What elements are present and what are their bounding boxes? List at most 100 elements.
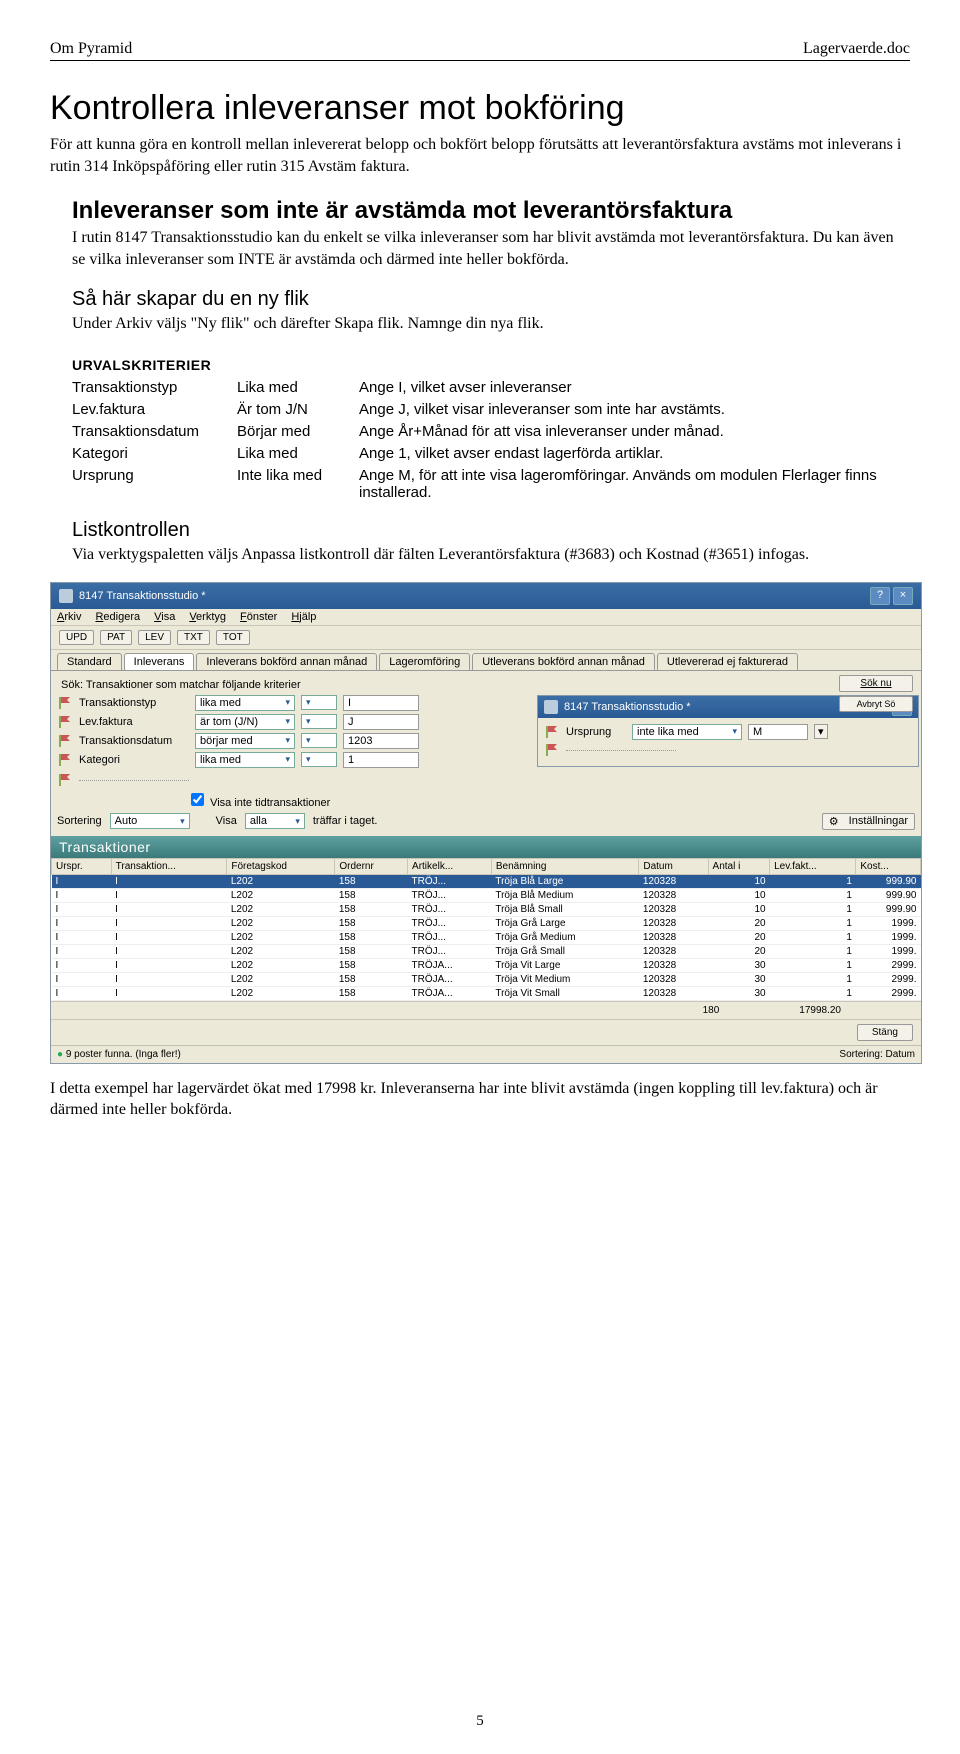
table-row[interactable]: IIL202158TRÖJ...Tröja Grå Large120328201… — [52, 916, 921, 930]
close-button[interactable]: × — [893, 587, 913, 605]
menu-item[interactable]: Verktyg — [189, 611, 226, 623]
value-input[interactable]: 1 — [343, 752, 419, 768]
heading-3: Så här skapar du en ny flik — [72, 288, 910, 311]
tab[interactable]: Utlevererad ej fakturerad — [657, 653, 798, 670]
column-header[interactable]: Transaktion... — [111, 858, 227, 874]
flag-icon[interactable] — [57, 696, 73, 710]
menu-bar[interactable]: Arkiv Redigera Visa Verktyg Fönster Hjälp — [51, 609, 921, 626]
totals-row: 180 17998.20 — [51, 1001, 921, 1019]
tabs[interactable]: StandardInleveransInleverans bokförd ann… — [51, 650, 921, 671]
value-input[interactable]: J — [343, 714, 419, 730]
value-input[interactable]: 1203 — [343, 733, 419, 749]
column-header[interactable]: Företagskod — [227, 858, 335, 874]
crit-op: Lika med — [237, 379, 359, 396]
sort-select[interactable]: Auto▾ — [110, 813, 190, 829]
menu-item[interactable]: Fönster — [240, 611, 277, 623]
transactions-table[interactable]: Urspr.Transaktion...FöretagskodOrdernrAr… — [51, 858, 921, 1001]
operator-select[interactable]: börjar med▾ — [195, 733, 295, 749]
column-header[interactable]: Kost... — [856, 858, 921, 874]
filter-label: Transaktionsdatum — [79, 735, 189, 747]
value-input[interactable]: I — [343, 695, 419, 711]
toolbar-button[interactable]: TXT — [177, 630, 210, 645]
table-row[interactable]: IIL202158TRÖJA...Tröja Vit Medium1203283… — [52, 972, 921, 986]
toolbar-button[interactable]: PAT — [100, 630, 132, 645]
paragraph: I detta exempel har lagervärdet ökat med… — [50, 1078, 910, 1121]
total-cost: 17998.20 — [799, 1005, 841, 1016]
crit-desc: Ange M, för att inte visa lageromföringa… — [359, 467, 910, 501]
operator-select[interactable]: lika med▾ — [195, 752, 295, 768]
table-row[interactable]: IIL202158TRÖJ...Tröja Blå Small120328101… — [52, 902, 921, 916]
help-button[interactable]: ? — [870, 587, 890, 605]
flag-icon[interactable] — [57, 715, 73, 729]
value-input[interactable]: M — [748, 724, 808, 740]
settings-button[interactable]: ⚙ Inställningar — [822, 813, 915, 830]
column-header[interactable]: Lev.fakt... — [770, 858, 856, 874]
tab[interactable]: Utleverans bokförd annan månad — [472, 653, 655, 670]
picker-button[interactable]: ▾ — [301, 695, 337, 710]
cancel-search-button[interactable]: Avbryt Sö — [839, 696, 913, 712]
close-button[interactable]: Stäng — [857, 1024, 913, 1041]
filter-label: Transaktionstyp — [79, 697, 189, 709]
toolbar-button[interactable]: LEV — [138, 630, 171, 645]
table-row[interactable]: IIL202158TRÖJ...Tröja Grå Small120328201… — [52, 944, 921, 958]
grid-title: Transaktioner — [51, 836, 921, 858]
crit-desc: Ange J, vilket visar inleveranser som in… — [359, 401, 910, 418]
picker-button[interactable]: ▾ — [301, 733, 337, 748]
picker-icon[interactable]: ▾ — [814, 724, 828, 739]
menu-item[interactable]: Hjälp — [291, 611, 316, 623]
operator-select[interactable]: lika med▾ — [195, 695, 295, 711]
hide-time-checkbox[interactable] — [191, 793, 204, 806]
page-number: 5 — [0, 1713, 960, 1730]
checkbox-label: Visa inte tidtransaktioner — [210, 797, 330, 809]
column-header[interactable]: Benämning — [491, 858, 639, 874]
window-title: 8147 Transaktionsstudio * — [79, 590, 206, 602]
info-icon: ● — [57, 1049, 63, 1060]
crit-field: Transaktionsdatum — [72, 423, 237, 440]
search-label: Sök: Transaktioner som matchar följande … — [61, 679, 915, 691]
column-header[interactable]: Datum — [639, 858, 708, 874]
heading-3: Listkontrollen — [72, 519, 910, 542]
crit-field: Lev.faktura — [72, 401, 237, 418]
tab[interactable]: Inleverans — [124, 653, 195, 670]
menu-item[interactable]: Visa — [154, 611, 175, 623]
checkbox-row[interactable]: Visa inte tidtransaktioner — [187, 790, 915, 809]
tab[interactable]: Inleverans bokförd annan månad — [196, 653, 377, 670]
app-icon — [59, 589, 73, 603]
paragraph: Under Arkiv väljs "Ny flik" och därefter… — [72, 313, 910, 335]
titlebar[interactable]: 8147 Transaktionsstudio * ? × — [51, 583, 921, 609]
header-right: Lagervaerde.doc — [803, 40, 910, 58]
menu-item[interactable]: Redigera — [95, 611, 140, 623]
sort-label: Sortering — [57, 815, 102, 827]
crit-desc: Ange 1, vilket avser endast lagerförda a… — [359, 445, 910, 462]
menu-item[interactable]: Arkiv — [57, 611, 81, 623]
filter-label: Kategori — [79, 754, 189, 766]
toolbar-button[interactable]: UPD — [59, 630, 94, 645]
picker-button[interactable]: ▾ — [301, 714, 337, 729]
table-row[interactable]: IIL202158TRÖJ...Tröja Grå Medium12032820… — [52, 930, 921, 944]
header-left: Om Pyramid — [50, 40, 132, 58]
flag-icon[interactable] — [544, 725, 560, 739]
operator-select[interactable]: inte lika med▾ — [632, 724, 742, 740]
table-row[interactable]: IIL202158TRÖJ...Tröja Blå Medium12032810… — [52, 888, 921, 902]
flag-icon[interactable] — [57, 753, 73, 767]
show-select[interactable]: alla▾ — [245, 813, 305, 829]
empty-label — [566, 749, 676, 751]
tab[interactable]: Standard — [57, 653, 122, 670]
picker-button[interactable]: ▾ — [301, 752, 337, 767]
table-row[interactable]: IIL202158TRÖJ...Tröja Blå Large120328101… — [52, 874, 921, 888]
column-header[interactable]: Artikelk... — [408, 858, 492, 874]
tail-label: träffar i taget. — [313, 815, 378, 827]
flag-icon[interactable] — [57, 773, 73, 787]
column-header[interactable]: Antal i — [708, 858, 770, 874]
table-row[interactable]: IIL202158TRÖJA...Tröja Vit Small12032830… — [52, 986, 921, 1000]
operator-select[interactable]: är tom (J/N)▾ — [195, 714, 295, 730]
column-header[interactable]: Urspr. — [52, 858, 112, 874]
flag-icon[interactable] — [544, 743, 560, 757]
search-now-button[interactable]: Sök nu — [839, 675, 913, 692]
float-title: 8147 Transaktionsstudio * — [564, 701, 691, 713]
toolbar-button[interactable]: TOT — [216, 630, 250, 645]
tab[interactable]: Lageromföring — [379, 653, 470, 670]
column-header[interactable]: Ordernr — [335, 858, 408, 874]
table-row[interactable]: IIL202158TRÖJA...Tröja Vit Large12032830… — [52, 958, 921, 972]
flag-icon[interactable] — [57, 734, 73, 748]
